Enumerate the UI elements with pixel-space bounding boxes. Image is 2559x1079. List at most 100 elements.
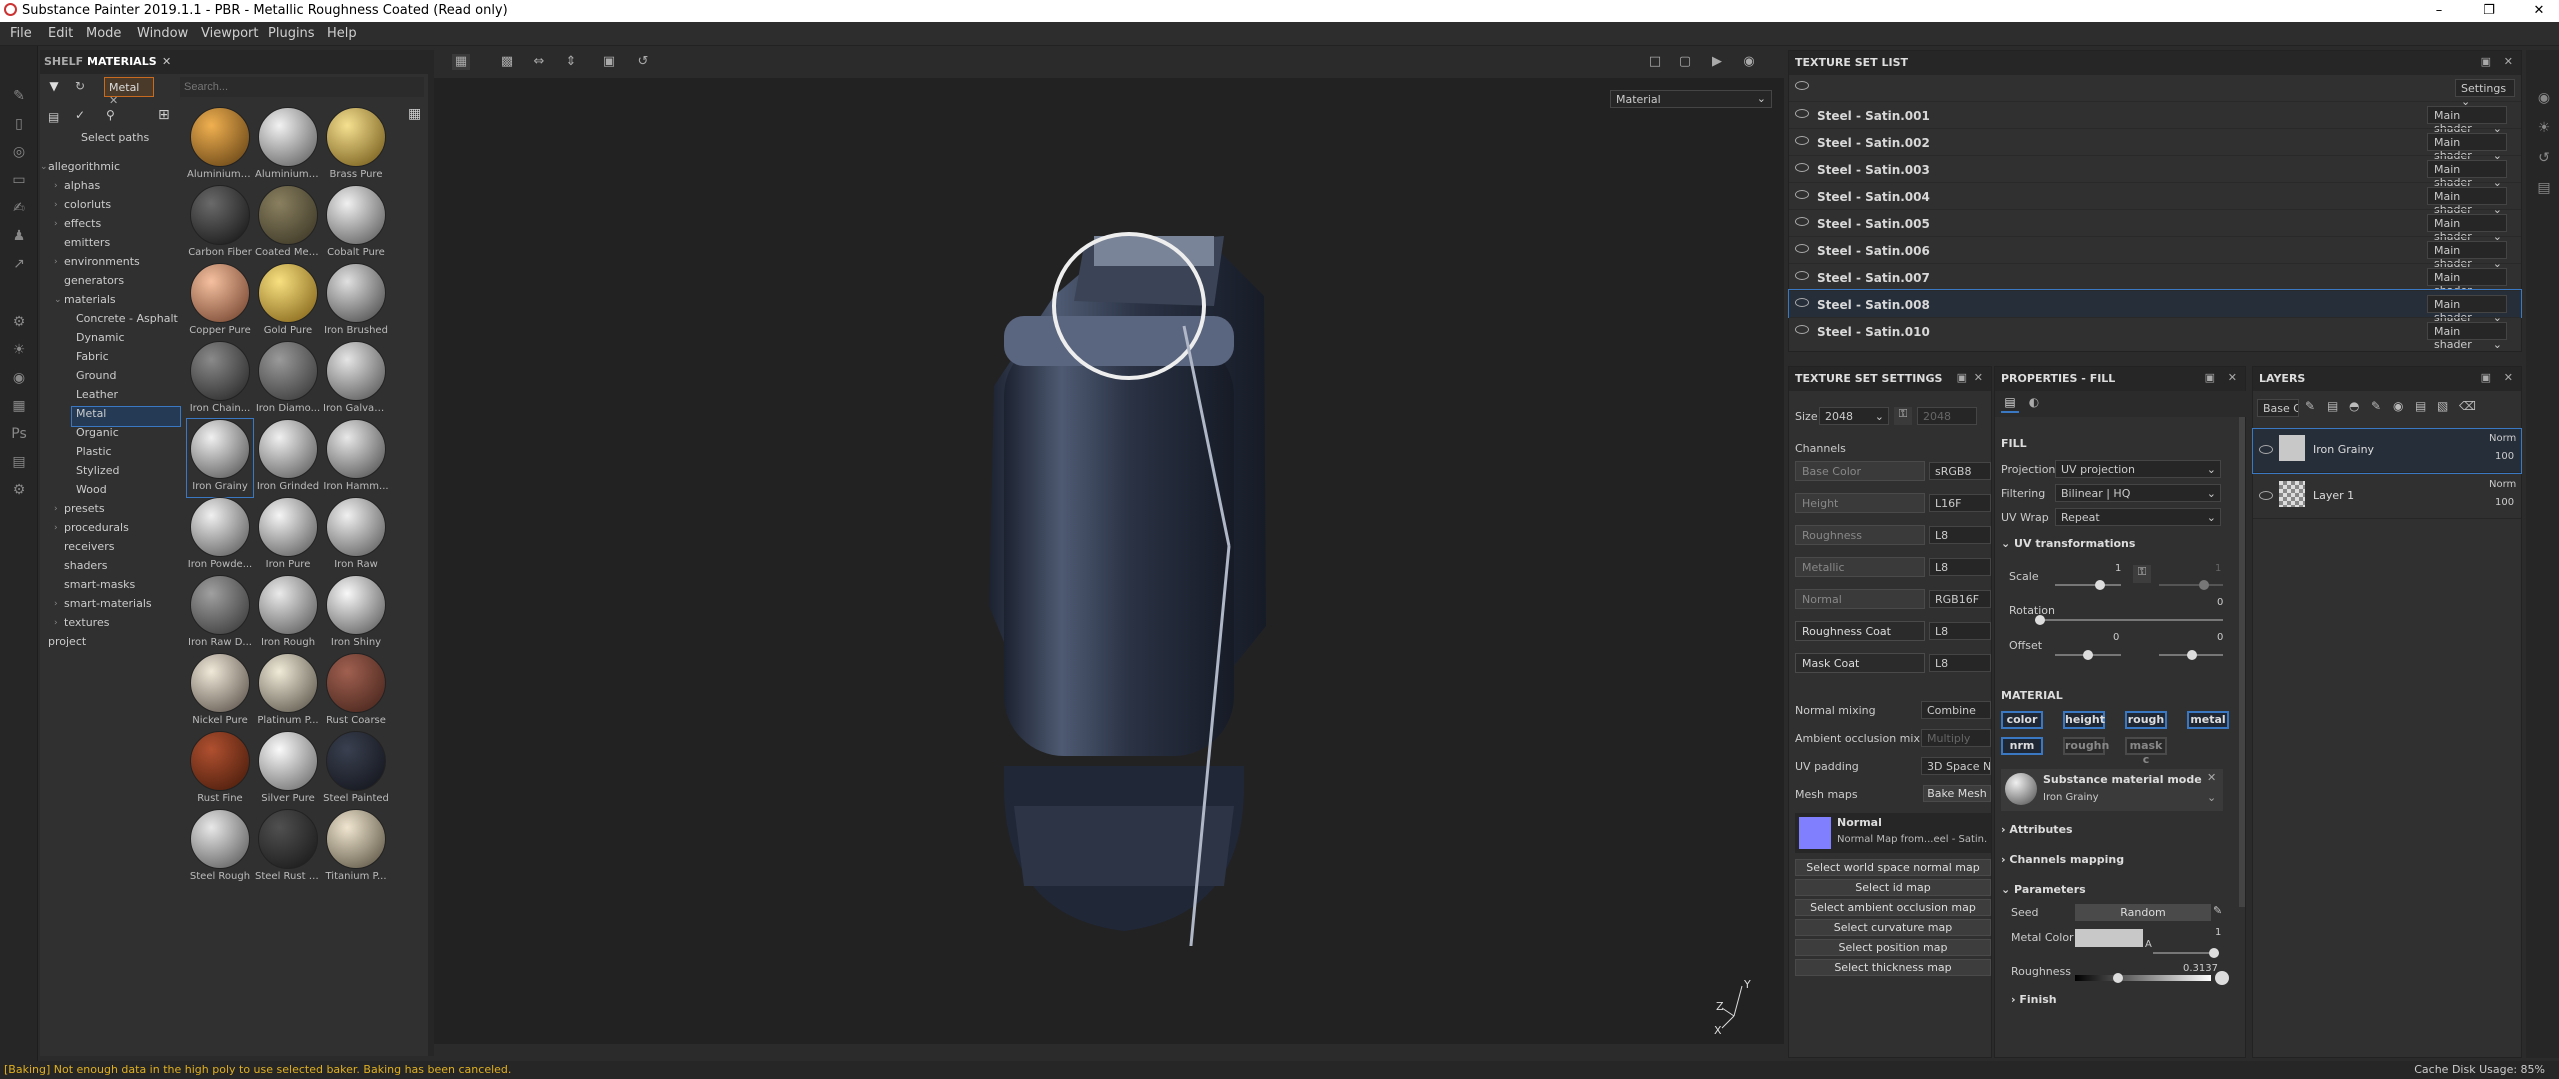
material-tile[interactable]: Iron Raw D... (187, 575, 253, 653)
material-channel-chip[interactable]: height (2063, 711, 2105, 729)
expand-arrow-icon[interactable]: ⌄ (40, 162, 48, 172)
scale-knob[interactable] (2095, 580, 2105, 590)
close-icon[interactable]: ✕ (2519, 0, 2559, 22)
material-tile[interactable]: Rust Coarse (323, 653, 389, 731)
menu-help[interactable]: Help (327, 26, 357, 41)
minimize-icon[interactable]: – (2419, 0, 2459, 22)
material-tile[interactable]: Coated Metal (255, 185, 321, 263)
clone-icon[interactable]: ♟ (9, 228, 29, 244)
material-tile[interactable]: Iron Grainy (186, 418, 254, 498)
mirror-y-icon[interactable]: ⇕ (562, 54, 580, 70)
material-tile[interactable]: Iron Pure (255, 497, 321, 575)
offset-slider[interactable] (2055, 650, 2121, 660)
eye-icon[interactable] (1795, 136, 1809, 145)
tree-item[interactable]: › textures (40, 616, 183, 635)
scale-knob-2[interactable] (2199, 580, 2209, 590)
display-settings-icon[interactable]: ☀ (2534, 120, 2554, 136)
refresh-icon[interactable]: ↻ (70, 79, 90, 97)
material-tile[interactable]: Aluminium ... (187, 107, 253, 185)
menu-mode[interactable]: Mode (86, 26, 121, 41)
normal-mixing-select[interactable]: Combine (1921, 701, 1991, 719)
eye-icon[interactable] (1795, 190, 1809, 199)
material-tile[interactable]: Iron Powde... (187, 497, 253, 575)
tree-item[interactable]: smart-masks (40, 578, 183, 597)
uv-grid-icon[interactable]: ▩ (498, 54, 516, 70)
close-tab-icon[interactable]: ✕ (162, 55, 171, 68)
tree-item[interactable]: Wood (40, 483, 183, 502)
close-panel-icon[interactable]: ✕ (1974, 371, 1983, 384)
shader-select[interactable]: Main shader⌄ (2427, 133, 2507, 162)
menu-window[interactable]: Window (137, 26, 188, 41)
edit-seed-icon[interactable]: ✎ (2213, 904, 2222, 917)
material-tile[interactable]: Steel Painted (323, 731, 389, 809)
rotation-knob[interactable] (2035, 615, 2045, 625)
channel-format-select[interactable]: L8 (1929, 654, 1991, 672)
filter-icon[interactable]: ▼ (44, 79, 64, 97)
metal-color-alpha-slider[interactable] (2153, 948, 2219, 958)
tree-item[interactable]: Stylized (40, 464, 183, 483)
material-tile[interactable]: Steel Rough (187, 809, 253, 887)
eraser-icon[interactable]: ▯ (9, 116, 29, 132)
picker-icon[interactable]: ↗ (9, 256, 29, 272)
add-smart-material-icon[interactable]: ◉ (2393, 399, 2403, 413)
material-tile[interactable]: Copper Pure (187, 263, 253, 341)
material-channel-chip[interactable]: nrm (2001, 737, 2043, 755)
metal-color-alpha-knob[interactable] (2209, 948, 2219, 958)
material-tile[interactable]: Rust Fine (187, 731, 253, 809)
roughness-slider[interactable] (2075, 973, 2211, 983)
properties-scrollbar[interactable] (2239, 417, 2245, 907)
float-panel-icon[interactable]: ▣ (2481, 55, 2491, 68)
finish-header[interactable]: › Finish (2011, 993, 2057, 1006)
tree-item[interactable]: Fabric (40, 350, 183, 369)
parameters-header[interactable]: ⌄ Parameters (2001, 883, 2086, 896)
texture-set-row[interactable]: Steel - Satin.010 Main shader ⌄ (1789, 317, 2521, 351)
layer-channel-select[interactable]: Base Colc (2257, 399, 2299, 417)
channel-name[interactable]: Base Color (1795, 461, 1925, 481)
log-icon[interactable]: ▤ (2534, 180, 2554, 196)
substance-mode-box[interactable]: Substance material mode Iron Grainy ✕ ⌄ (2001, 769, 2223, 811)
tree-item[interactable]: generators (40, 274, 183, 293)
float-panel-icon[interactable]: ▣ (1957, 371, 1967, 384)
expand-arrow-icon[interactable]: › (54, 599, 58, 609)
filter-tag[interactable]: Metal ✕ (104, 77, 154, 107)
material-tile[interactable]: Iron Raw (323, 497, 389, 575)
uv-transformations-header[interactable]: ⌄ UV transformations (2001, 537, 2135, 550)
tab-materials[interactable]: MATERIALS (87, 55, 157, 68)
material-tile[interactable]: Iron Galvan... (323, 341, 389, 419)
mesh-map-button[interactable]: Select thickness map (1795, 959, 1991, 976)
texture-set-row[interactable]: Steel - Satin.003 Main shader ⌄ (1789, 155, 2521, 189)
expand-arrow-icon[interactable]: › (54, 200, 58, 210)
layer-row[interactable]: Layer 1 Norm 100 (2253, 475, 2521, 519)
tree-item[interactable]: › procedurals (40, 521, 183, 540)
offset-knob[interactable] (2083, 650, 2093, 660)
shader-select[interactable]: Main shader⌄ (2427, 187, 2507, 216)
material-tile[interactable]: Cobalt Pure (323, 185, 389, 263)
layer-row[interactable]: Iron Grainy Norm 100 (2252, 428, 2522, 474)
close-panel-icon[interactable]: ✕ (2228, 371, 2237, 384)
render-icon[interactable]: ◉ (9, 370, 29, 386)
material-tile[interactable]: Iron Hamm... (323, 419, 389, 497)
channel-name[interactable]: Roughness (1795, 525, 1925, 545)
bake-mesh-button[interactable]: Bake Mesh (1923, 785, 1991, 802)
screenshot-icon[interactable]: ◉ (1740, 54, 1758, 70)
shader-select[interactable]: Main shader⌄ (2427, 322, 2507, 351)
tree-item[interactable]: › alphas (40, 179, 183, 198)
tree-item[interactable]: › environments (40, 255, 183, 274)
tree-item[interactable]: › effects (40, 217, 183, 236)
scale-lock-icon[interactable]: ⚿ (2133, 565, 2151, 583)
material-tab-icon[interactable]: ◐ (2025, 395, 2043, 413)
paint-brush-icon[interactable]: ✎ (9, 88, 29, 104)
expand-arrow-icon[interactable]: › (54, 523, 58, 533)
texture-set-row[interactable]: Steel - Satin.008 Main shader ⌄ (1788, 289, 2522, 324)
camera-3d-icon[interactable]: ▢ (1676, 54, 1694, 70)
tree-item[interactable]: Metal (71, 406, 181, 427)
add-layer-icon[interactable]: ✎ (2371, 399, 2381, 413)
expand-arrow-icon[interactable]: ⌄ (54, 295, 62, 305)
display-2d-icon[interactable]: □ (1646, 54, 1664, 70)
opacity-value[interactable]: 100 (2495, 497, 2514, 508)
channel-name[interactable]: Height (1795, 493, 1925, 513)
grid-view-icon[interactable]: ▦ (408, 106, 421, 122)
tree-item[interactable]: Leather (40, 388, 183, 407)
search-icon[interactable]: ⚲ (106, 108, 115, 122)
frame-icon[interactable]: ▣ (600, 54, 618, 70)
